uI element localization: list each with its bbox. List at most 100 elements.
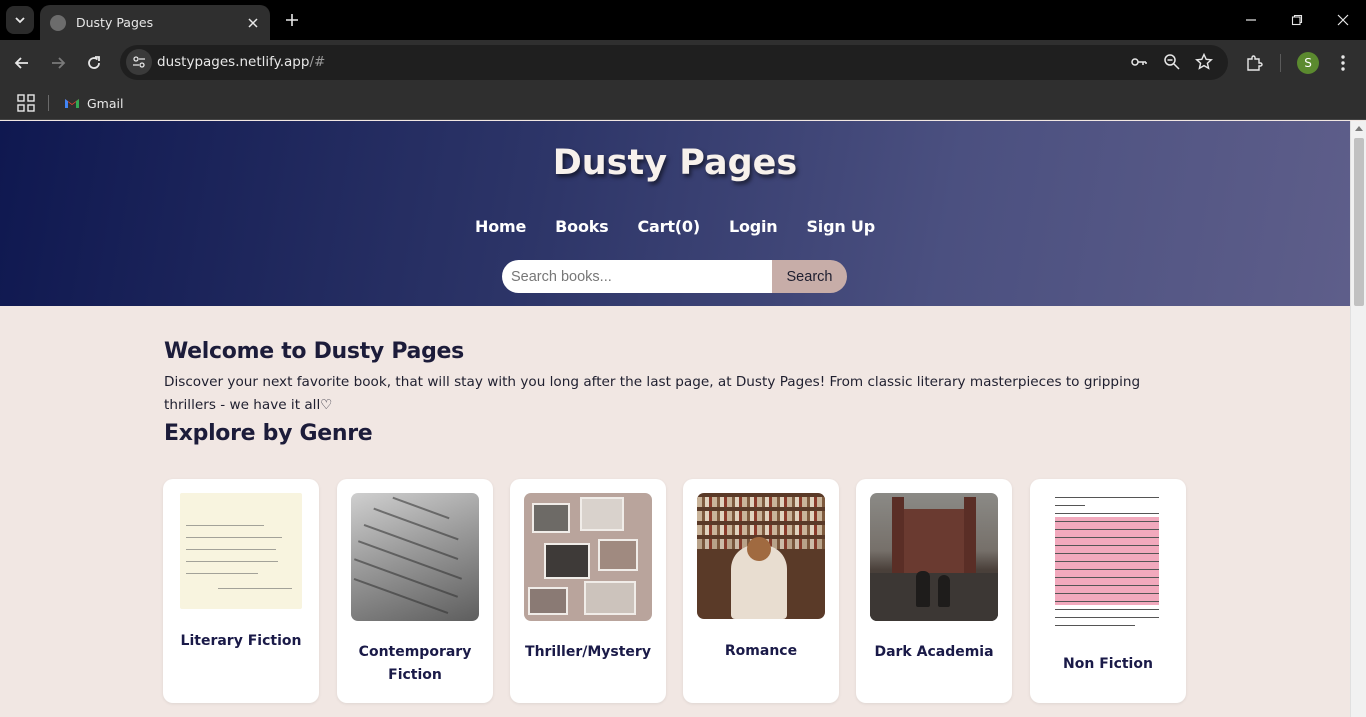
- photo-clipping: [544, 543, 590, 579]
- nav-home[interactable]: Home: [475, 217, 526, 236]
- nav-books[interactable]: Books: [555, 217, 609, 236]
- puzzle-icon: [1247, 55, 1263, 71]
- minimize-button[interactable]: [1241, 10, 1261, 30]
- welcome-heading: Welcome to Dusty Pages: [164, 339, 464, 364]
- genre-label: Romance: [724, 643, 798, 659]
- zoom-out-icon: [1164, 54, 1180, 70]
- genre-label: Literary Fiction: [180, 633, 302, 649]
- search-button[interactable]: Search: [772, 260, 847, 293]
- extensions-button[interactable]: [1242, 51, 1266, 75]
- browser-tabstrip: Dusty Pages: [0, 0, 1366, 40]
- genre-label: Dark Academia: [874, 644, 994, 660]
- password-key-button[interactable]: [1128, 51, 1150, 73]
- book-row: [697, 511, 825, 521]
- building-tower: [964, 497, 976, 573]
- photo-clipping: [528, 587, 568, 615]
- tab-close-button[interactable]: [244, 14, 262, 32]
- restore-button[interactable]: [1287, 10, 1307, 30]
- text-line: [357, 540, 463, 580]
- nav-signup[interactable]: Sign Up: [806, 217, 875, 236]
- genre-card-literary-fiction[interactable]: Literary Fiction: [163, 479, 319, 703]
- bookmark-star-button[interactable]: [1193, 51, 1215, 73]
- tune-icon: [133, 56, 145, 68]
- bookmarks-bar: Gmail: [0, 86, 1366, 120]
- star-icon: [1195, 53, 1213, 70]
- close-icon: [1337, 14, 1349, 26]
- genre-card-contemporary-fiction[interactable]: Contemporary Fiction: [337, 479, 493, 703]
- scroll-up-arrow-icon[interactable]: [1355, 126, 1363, 131]
- photo-clipping: [584, 581, 636, 615]
- genre-card-romance[interactable]: Romance: [683, 479, 839, 703]
- browser-toolbar: dustypages.netlify.app/# S: [0, 40, 1366, 86]
- text-line: [1055, 585, 1159, 587]
- window-close-button[interactable]: [1333, 10, 1353, 30]
- text-line: [1055, 545, 1159, 547]
- thriller-mystery-image: [524, 493, 652, 621]
- book-row: [697, 497, 825, 507]
- intro-text: Discover your next favorite book, that w…: [164, 374, 1141, 413]
- new-tab-button[interactable]: [281, 9, 303, 31]
- url-path: /#: [309, 54, 326, 70]
- handwriting-line: [186, 525, 264, 526]
- nav-login[interactable]: Login: [729, 217, 778, 236]
- text-line: [1055, 513, 1159, 515]
- gmail-icon: [65, 99, 79, 108]
- bookmark-label: Gmail: [87, 95, 124, 111]
- book-row: [697, 525, 825, 535]
- forward-button[interactable]: [46, 51, 70, 75]
- genre-label: Thriller/Mystery: [525, 644, 651, 660]
- text-line: [1055, 625, 1135, 627]
- dark-academia-image: [870, 493, 998, 621]
- minimize-icon: [1246, 19, 1256, 21]
- page-scrollbar[interactable]: [1350, 121, 1366, 717]
- nav-cart[interactable]: Cart(0): [638, 217, 701, 236]
- handwriting-line: [186, 561, 278, 562]
- genre-grid: Literary Fiction Contemporary Fiction Th…: [163, 479, 1187, 703]
- genre-label: Non Fiction: [1063, 656, 1153, 672]
- literary-fiction-image: [180, 493, 302, 609]
- url-text: dustypages.netlify.app/#: [157, 54, 325, 70]
- zoom-button[interactable]: [1161, 51, 1183, 73]
- address-bar[interactable]: dustypages.netlify.app/#: [120, 45, 1228, 80]
- text-line: [392, 496, 450, 520]
- browser-menu-button[interactable]: [1331, 51, 1355, 75]
- genre-card-non-fiction[interactable]: Non Fiction: [1030, 479, 1186, 703]
- bookmark-gmail[interactable]: Gmail: [64, 92, 123, 114]
- text-line: [1055, 497, 1159, 499]
- profile-avatar[interactable]: S: [1297, 52, 1319, 74]
- figure-silhouette: [938, 575, 950, 607]
- photo-clipping: [598, 539, 638, 571]
- text-line: [1055, 537, 1159, 539]
- text-line: [353, 577, 449, 615]
- couple-head: [747, 537, 771, 561]
- url-host: dustypages.netlify.app: [157, 54, 310, 70]
- text-line: [1055, 529, 1159, 531]
- text-line: [1055, 553, 1159, 555]
- bookmarks-divider: [48, 95, 49, 111]
- welcome-section: Welcome to Dusty Pages Discover your nex…: [164, 339, 1186, 446]
- reload-button[interactable]: [82, 51, 106, 75]
- browser-tab-active[interactable]: Dusty Pages: [40, 5, 270, 40]
- tab-search-button[interactable]: [6, 6, 34, 34]
- site-info-button[interactable]: [126, 49, 152, 75]
- text-line: [363, 523, 459, 561]
- toolbar-divider: [1280, 54, 1281, 72]
- scrollbar-thumb[interactable]: [1354, 138, 1364, 306]
- search-input[interactable]: [502, 260, 772, 293]
- genre-card-thriller-mystery[interactable]: Thriller/Mystery: [510, 479, 666, 703]
- genre-label: Contemporary Fiction: [358, 644, 472, 683]
- photo-clipping: [580, 497, 624, 531]
- more-vertical-icon: [1341, 55, 1345, 71]
- text-line: [1055, 577, 1159, 579]
- restore-icon: [1291, 14, 1303, 26]
- genre-card-dark-academia[interactable]: Dark Academia: [856, 479, 1012, 703]
- explore-heading: Explore by Genre: [164, 421, 373, 446]
- text-line: [373, 507, 459, 541]
- back-button[interactable]: [10, 51, 34, 75]
- plus-icon: [286, 14, 298, 26]
- arrow-left-icon: [14, 57, 28, 69]
- arrow-right-icon: [52, 57, 66, 69]
- text-line: [1055, 601, 1159, 603]
- apps-grid-icon[interactable]: [17, 94, 35, 112]
- text-line: [1055, 569, 1159, 571]
